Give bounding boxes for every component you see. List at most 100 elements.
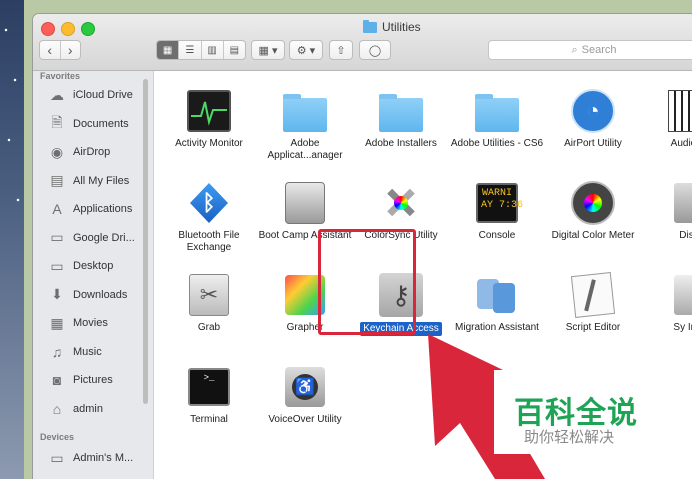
sidebar-item-pictures[interactable]: ◙ Pictures [47, 368, 151, 392]
action-gear-button[interactable]: ⚙ ▾ [289, 40, 323, 60]
app-adobe-installers[interactable]: Adobe Installers [353, 89, 449, 150]
colorsync-icon [379, 181, 423, 225]
bluetooth-icon: ᛒ [187, 181, 231, 225]
sidebar-item-airdrop[interactable]: ◉ AirDrop [47, 140, 151, 164]
sidebar-item-google-dri[interactable]: ▭ Google Dri... [47, 226, 151, 250]
app-label: Adobe Installers [365, 138, 437, 149]
sidebar-item-label: AirDrop [73, 146, 111, 158]
app-terminal[interactable]: >_ Terminal [161, 365, 257, 426]
view-mode-segment: ▦ ☰ ▥ ▤ [156, 40, 246, 60]
system-info-icon [667, 273, 692, 317]
minimize-button[interactable] [61, 22, 75, 36]
sidebar-icon: ◙ [52, 372, 62, 388]
cover-flow-button[interactable]: ▤ [224, 41, 245, 59]
window-title: Utilities [363, 19, 421, 34]
sidebar: Favorites ☁ iCloud Drive 🗎 Documents ◉ AirDro… [33, 71, 154, 479]
app-label: Script Editor [565, 322, 621, 333]
app-airport-utility[interactable]: ◔ AirPort Utility [545, 89, 641, 150]
sidebar-item-icloud-drive[interactable]: ☁ iCloud Drive [47, 83, 151, 107]
sidebar-icon: ▤ [50, 172, 64, 188]
arrange-button[interactable]: ▦ ▾ [251, 40, 285, 60]
sidebar-item-applications[interactable]: A Applications [47, 197, 151, 221]
desktop-background [0, 0, 24, 479]
search-field[interactable]: ⌕ Search [488, 40, 692, 60]
sidebar-item-downloads[interactable]: ⬇ Downloads [47, 283, 151, 307]
column-view-button[interactable]: ▥ [202, 41, 224, 59]
sidebar-item-label: Movies [73, 317, 108, 329]
app-disk[interactable]: Disk [641, 181, 692, 242]
migration-icon [475, 273, 519, 317]
app-audio-m[interactable]: Audio M [641, 89, 692, 150]
grab-icon: ✂ [187, 273, 231, 317]
sidebar-item-label: iCloud Drive [73, 89, 133, 101]
sidebar-item-label: Pictures [73, 374, 113, 386]
app-migration-assistant[interactable]: Migration Assistant [449, 273, 545, 334]
sidebar-item-music[interactable]: ♫ Music [47, 340, 151, 364]
sidebar-item-label: Applications [73, 203, 133, 215]
digital-color-meter-icon [571, 181, 615, 225]
app-grab[interactable]: ✂ Grab [161, 273, 257, 334]
sidebar-item-documents[interactable]: 🗎 Documents [47, 112, 151, 136]
sidebar-item-label: Admin's M... [73, 452, 134, 464]
app-label: Audio M [670, 138, 692, 149]
disk-utility-icon [667, 181, 692, 225]
favorites-header: Favorites [40, 71, 81, 81]
app-adobe-utilities-cs6[interactable]: Adobe Utilities - CS6 [449, 89, 545, 150]
sidebar-icon: ♫ [51, 343, 63, 360]
sidebar-item-all-my-files[interactable]: ▤ All My Files [47, 169, 151, 193]
sidebar-icon: 🗎 [51, 113, 63, 130]
nav-buttons: ‹ › [39, 40, 81, 60]
app-label: Sy Info [673, 322, 692, 333]
app-label: Adobe Applicat...anager [267, 138, 343, 161]
sidebar-item-desktop[interactable]: ▭ Desktop [47, 254, 151, 278]
app-digital-color-meter[interactable]: Digital Color Meter [545, 181, 641, 242]
boot-camp-icon [283, 181, 327, 225]
icon-view-button[interactable]: ▦ [157, 41, 180, 59]
app-label: Activity Monitor [175, 138, 243, 149]
search-icon: ⌕ [571, 43, 578, 56]
close-button[interactable] [41, 22, 55, 36]
back-button[interactable]: ‹ [40, 41, 61, 59]
sidebar-item-admins-mac[interactable]: ▭ Admin's M... [47, 446, 151, 470]
sidebar-item-label: admin [73, 402, 103, 415]
sidebar-icon: ▭ [50, 229, 64, 245]
forward-button[interactable]: › [61, 41, 81, 59]
sidebar-item-label: All My Files [73, 174, 130, 187]
voiceover-icon: ♿ [283, 365, 327, 409]
app-sy-info[interactable]: Sy Info [641, 273, 692, 334]
sidebar-item-label: Google Dri... [73, 231, 135, 244]
sidebar-icon: ⬇ [51, 286, 63, 302]
console-icon: WARNI AY 7:36 [475, 181, 523, 225]
app-adobe-applicat-anager[interactable]: Adobe Applicat...anager [257, 89, 353, 162]
sidebar-item-admin[interactable]: ⌂ admin [47, 397, 151, 421]
titlebar: Utilities ‹ › ▦ ☰ ▥ ▤ ▦ ▾ ⚙ ▾ ⇧ ◯ ⌕ Sear… [33, 14, 692, 71]
airport-utility-icon: ◔ [571, 89, 615, 133]
sidebar-scrollbar[interactable] [143, 79, 148, 404]
tag-button[interactable]: ◯ [359, 40, 391, 60]
app-label: VoiceOver Utility [268, 414, 342, 425]
list-view-button[interactable]: ☰ [179, 41, 202, 59]
window-title-text: Utilities [382, 20, 421, 34]
app-script-editor[interactable]: Script Editor [545, 272, 641, 334]
sidebar-icon: ◉ [50, 143, 64, 160]
watermark-subtitle: 助你轻松解决 [524, 429, 615, 446]
app-label: Disk [679, 230, 692, 241]
app-voiceover-utility[interactable]: ♿ VoiceOver Utility [257, 365, 353, 426]
sidebar-icon: ☁ [50, 86, 64, 103]
app-bluetooth-file-exchange[interactable]: ᛒ Bluetooth File Exchange [161, 181, 257, 254]
folder-icon [475, 89, 519, 133]
zoom-button[interactable] [81, 22, 95, 36]
app-label: Adobe Utilities - CS6 [450, 138, 544, 149]
sidebar-item-movies[interactable]: ▦ Movies [47, 311, 151, 335]
app-activity-monitor[interactable]: Activity Monitor [161, 89, 257, 150]
sidebar-item-label: Desktop [73, 260, 114, 272]
sidebar-item-label: Downloads [73, 288, 128, 301]
folder-icon [283, 89, 327, 133]
app-console[interactable]: WARNI AY 7:36 Console [449, 181, 545, 242]
watermark: 百科全说 助你轻松解决 [494, 370, 654, 454]
sidebar-icon: ▭ [50, 257, 64, 274]
share-button[interactable]: ⇧ [329, 40, 353, 60]
audio-midi-icon [667, 89, 692, 133]
folder-icon [379, 89, 423, 133]
laptop-icon: ▭ [50, 449, 64, 466]
